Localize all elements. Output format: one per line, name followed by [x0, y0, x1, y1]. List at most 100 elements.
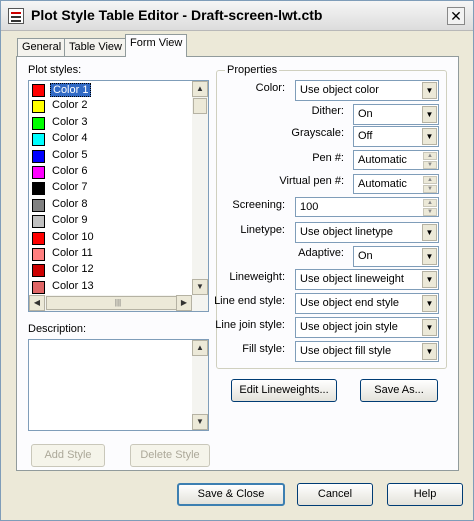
linetype-value: Use object linetype	[300, 226, 393, 238]
scroll-right-icon[interactable]: ▶	[176, 295, 192, 311]
color-swatch-icon	[32, 280, 45, 294]
scroll-thumb[interactable]	[193, 98, 207, 114]
scroll-up-icon[interactable]: ▲	[192, 81, 208, 97]
tab-general[interactable]: General	[17, 38, 67, 56]
plot-styles-vertical-scrollbar[interactable]: ▲ ▼	[192, 81, 208, 295]
plot-style-item[interactable]: Color 5	[30, 148, 192, 164]
fill-style-label: Fill style:	[242, 343, 285, 355]
fill-style-value: Use object fill style	[300, 345, 392, 357]
virtual-pen-value: Automatic	[358, 178, 407, 190]
plot-styles-horizontal-scrollbar[interactable]: ◀ ||| ▶	[29, 295, 208, 311]
close-button[interactable]: ✕	[447, 7, 465, 25]
line-end-style-label: Line end style:	[214, 295, 285, 307]
plot-style-item[interactable]: Color 11	[30, 246, 192, 262]
linetype-dropdown[interactable]: Use object linetype ▼	[295, 222, 439, 243]
color-swatch-icon	[32, 133, 45, 147]
spin-up-icon[interactable]: ▲	[423, 176, 437, 184]
adaptive-dropdown[interactable]: On ▼	[353, 246, 439, 267]
line-join-style-dropdown[interactable]: Use object join style ▼	[295, 317, 439, 338]
color-dropdown[interactable]: Use object color ▼	[295, 80, 439, 101]
tab-table-view[interactable]: Table View	[64, 38, 127, 56]
plot-style-item[interactable]: Color 1	[30, 82, 192, 98]
dropdown-arrow-icon: ▼	[422, 271, 437, 288]
properties-title: Properties	[225, 64, 280, 76]
scroll-down-icon[interactable]: ▼	[192, 279, 208, 295]
spin-up-icon[interactable]: ▲	[423, 199, 437, 207]
grayscale-label: Grayscale:	[291, 127, 344, 139]
dropdown-arrow-icon: ▼	[422, 106, 437, 123]
tab-form-view[interactable]: Form View	[125, 34, 188, 57]
plot-style-item[interactable]: Color 2	[30, 98, 192, 114]
line-end-style-value: Use object end style	[300, 297, 400, 309]
plot-style-item[interactable]: Color 7	[30, 180, 192, 196]
plot-style-item[interactable]: Color 10	[30, 230, 192, 246]
plot-style-item[interactable]: Color 8	[30, 197, 192, 213]
color-swatch-icon	[32, 116, 45, 130]
plot-style-item-label: Color 6	[52, 165, 88, 177]
help-button[interactable]: Help	[387, 483, 463, 506]
plot-styles-label: Plot styles:	[28, 64, 82, 76]
grayscale-dropdown[interactable]: Off ▼	[353, 126, 439, 147]
dropdown-arrow-icon: ▼	[422, 319, 437, 336]
plot-styles-listbox[interactable]: Color 1 Color 2 Color 3 Color 4 Color 5 Color…	[28, 80, 209, 312]
color-swatch-icon	[32, 264, 45, 278]
spin-up-icon[interactable]: ▲	[423, 152, 437, 160]
dropdown-arrow-icon: ▼	[422, 248, 437, 265]
save-and-close-button[interactable]: Save & Close	[177, 483, 285, 506]
fill-style-dropdown[interactable]: Use object fill style ▼	[295, 341, 439, 362]
dither-dropdown[interactable]: On ▼	[353, 104, 439, 125]
save-as-button[interactable]: Save As...	[360, 379, 438, 402]
dither-label: Dither:	[311, 105, 344, 117]
spin-down-icon[interactable]: ▼	[423, 161, 437, 169]
plot-style-item-label: Color 9	[52, 214, 88, 227]
plot-style-item-label: Color 10	[52, 230, 94, 243]
dropdown-arrow-icon: ▼	[422, 343, 437, 360]
delete-style-button[interactable]: Delete Style	[130, 444, 210, 467]
edit-lineweights-button[interactable]: Edit Lineweights...	[231, 379, 337, 402]
line-join-style-label: Line join style:	[215, 319, 285, 331]
description-scrollbar[interactable]: ▲ ▼	[192, 340, 208, 430]
add-style-button[interactable]: Add Style	[31, 444, 105, 467]
plot-style-item[interactable]: Color 6	[30, 164, 192, 180]
scroll-down-icon[interactable]: ▼	[192, 414, 208, 430]
spin-down-icon[interactable]: ▼	[423, 208, 437, 216]
plot-style-item-label: Color 4	[52, 132, 88, 145]
plot-style-item[interactable]: Color 4	[30, 131, 192, 147]
screening-label: Screening:	[232, 199, 285, 211]
pen-number-spinner[interactable]: Automatic ▲ ▼	[353, 150, 439, 170]
description-textarea[interactable]: ▲ ▼	[28, 339, 209, 431]
color-swatch-icon	[32, 215, 45, 229]
plot-style-item[interactable]: Color 12	[30, 262, 192, 278]
plot-style-item[interactable]: Color 13	[30, 279, 192, 295]
scroll-up-icon[interactable]: ▲	[192, 340, 208, 356]
virtual-pen-spinner[interactable]: Automatic ▲ ▼	[353, 174, 439, 194]
plot-style-item-label: Color 3	[52, 115, 88, 128]
line-end-style-dropdown[interactable]: Use object end style ▼	[295, 293, 439, 314]
scroll-left-icon[interactable]: ◀	[29, 295, 45, 311]
plot-style-item[interactable]: Color 3	[30, 115, 192, 131]
screening-spinner[interactable]: 100 ▲ ▼	[295, 197, 439, 217]
spin-down-icon[interactable]: ▼	[423, 185, 437, 193]
virtual-pen-label: Virtual pen #:	[279, 175, 344, 187]
plot-style-item-label: Color 1	[50, 83, 92, 97]
plot-style-item[interactable]: Color 9	[30, 213, 192, 229]
color-swatch-icon	[32, 231, 45, 245]
pen-label: Pen #:	[312, 152, 344, 164]
plot-style-app-icon	[8, 8, 24, 24]
window-title: Plot Style Table Editor - Draft-screen-l…	[31, 7, 323, 23]
color-swatch-icon	[32, 198, 45, 212]
cancel-button[interactable]: Cancel	[297, 483, 373, 506]
plot-style-item-label: Color 11	[52, 247, 93, 259]
horizontal-scroll-thumb[interactable]: |||	[46, 296, 190, 310]
color-label: Color:	[255, 82, 285, 94]
linetype-label: Linetype:	[240, 224, 285, 236]
lineweight-dropdown[interactable]: Use object lineweight ▼	[295, 269, 439, 290]
color-swatch-icon	[32, 166, 45, 179]
plot-style-item-label: Color 5	[52, 148, 88, 161]
dropdown-arrow-icon: ▼	[422, 82, 437, 99]
screening-value: 100	[300, 201, 319, 213]
grayscale-value: Off	[358, 130, 373, 142]
plot-style-item-label: Color 2	[52, 99, 88, 112]
dropdown-arrow-icon: ▼	[422, 224, 437, 241]
plot-style-item-label: Color 13	[52, 279, 94, 292]
